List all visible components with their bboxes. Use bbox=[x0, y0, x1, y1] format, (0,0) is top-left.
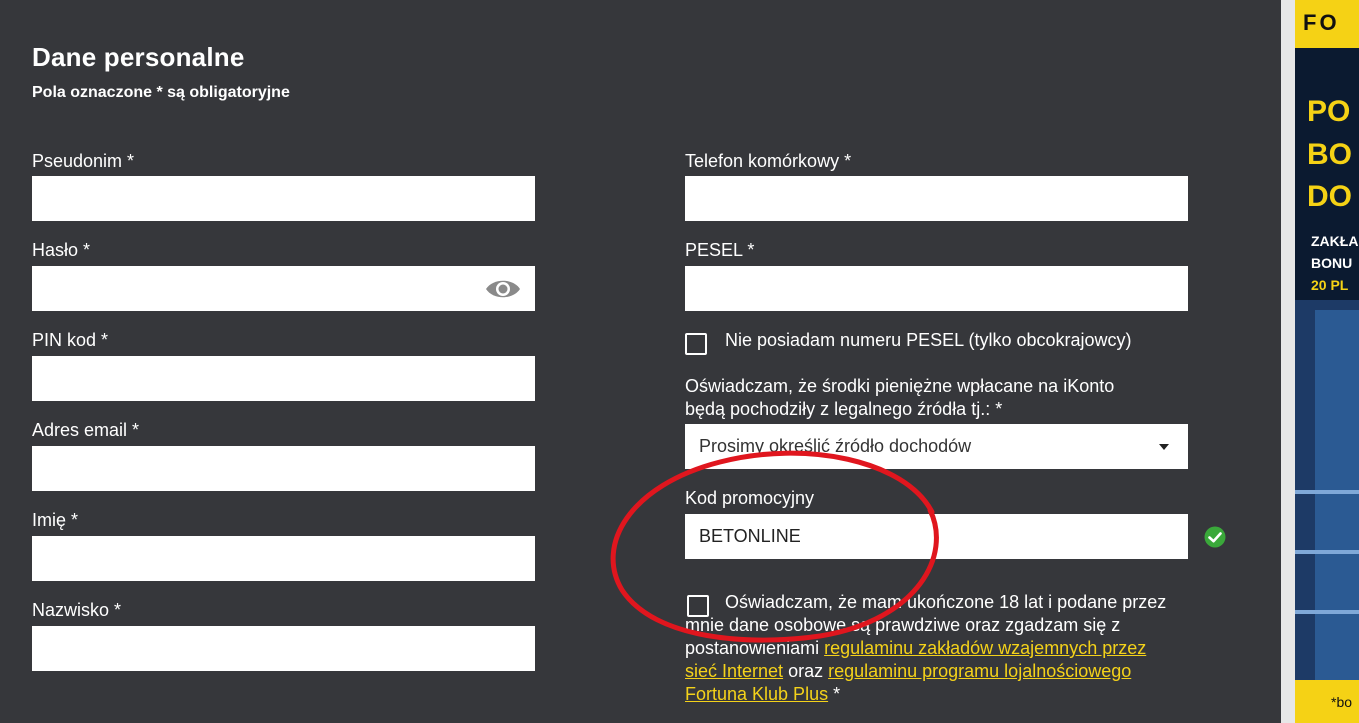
no-pesel-checkbox[interactable] bbox=[685, 333, 707, 355]
last-name-input[interactable] bbox=[32, 626, 535, 671]
phone-label: Telefon komórkowy * bbox=[685, 151, 852, 171]
first-name-input[interactable] bbox=[32, 536, 535, 581]
ad-background-graphic bbox=[1295, 300, 1359, 680]
first-name-label: Imię * bbox=[32, 510, 79, 530]
pin-label: PIN kod * bbox=[32, 330, 109, 350]
eye-icon[interactable] bbox=[485, 277, 521, 301]
phone-input[interactable] bbox=[685, 176, 1188, 221]
pin-input[interactable] bbox=[32, 356, 535, 401]
funds-source-statement: Oświadczam, że środki pieniężne wpłacane… bbox=[685, 376, 1115, 419]
income-source-value: Prosimy określić źródło dochodów bbox=[699, 436, 972, 456]
pesel-label: PESEL * bbox=[685, 240, 755, 260]
nickname-label: Pseudonim * bbox=[32, 151, 135, 171]
ad-headline-2: BO bbox=[1307, 138, 1352, 171]
ad-headline-1: PO bbox=[1307, 95, 1351, 128]
promo-code-label: Kod promocyjny bbox=[685, 488, 815, 508]
password-label: Hasło * bbox=[32, 240, 91, 260]
ad-line-1: ZAKŁA bbox=[1311, 233, 1359, 249]
ad-footnote: *bo bbox=[1331, 694, 1353, 710]
no-pesel-label: Nie posiadam numeru PESEL (tylko obcokra… bbox=[725, 330, 1132, 350]
promo-code-input[interactable] bbox=[685, 514, 1188, 559]
ad-line-2: BONU bbox=[1311, 255, 1353, 271]
age-consent-text: Oświadczam, że mam ukończone 18 lat i po… bbox=[685, 591, 1180, 706]
age-consent-text-2: oraz bbox=[783, 661, 829, 681]
page-title: Dane personalne bbox=[32, 42, 245, 72]
password-input[interactable] bbox=[32, 266, 535, 311]
email-label: Adres email * bbox=[32, 420, 140, 440]
ad-image: FO PO BO DO ZAKŁA BONU 20 PL *bo bbox=[1295, 0, 1359, 723]
required-note: Pola oznaczone * są obligatoryjne bbox=[32, 84, 290, 101]
ad-brand-logo: FO bbox=[1303, 10, 1340, 35]
ad-headline-3: DO bbox=[1307, 180, 1352, 213]
last-name-label: Nazwisko * bbox=[32, 600, 122, 620]
caret-down-icon bbox=[1159, 444, 1169, 450]
age-consent-text-3: * bbox=[828, 684, 841, 704]
pesel-input[interactable] bbox=[685, 266, 1188, 311]
ad-line-3: 20 PL bbox=[1311, 277, 1349, 293]
nickname-input[interactable] bbox=[32, 176, 535, 221]
check-circle-icon bbox=[1204, 526, 1226, 548]
income-source-select[interactable]: Prosimy określić źródło dochodów bbox=[685, 424, 1188, 469]
ad-banner[interactable]: FO PO BO DO ZAKŁA BONU 20 PL *bo bbox=[1281, 0, 1359, 723]
email-input[interactable] bbox=[32, 446, 535, 491]
